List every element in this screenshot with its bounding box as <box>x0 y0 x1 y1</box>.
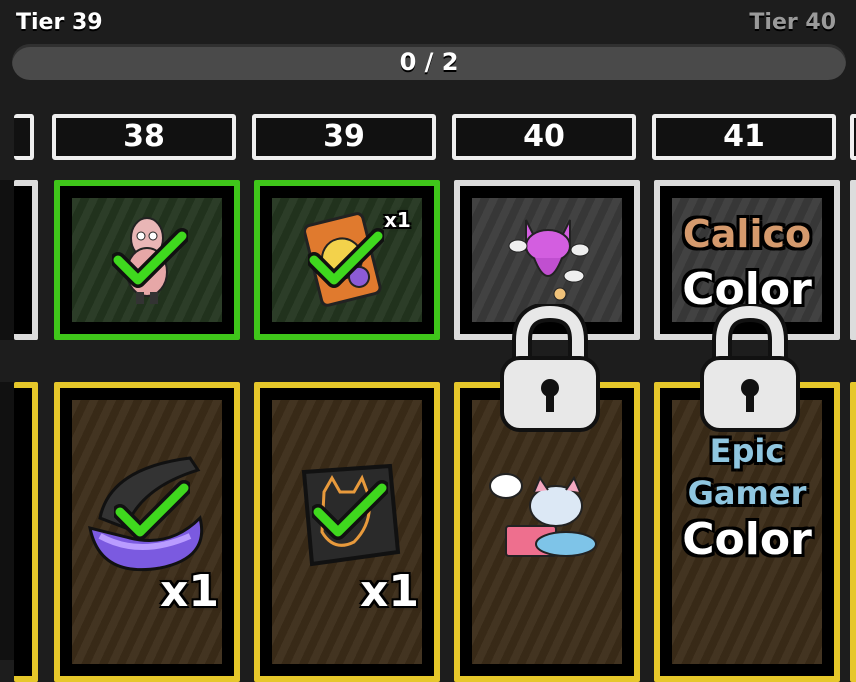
premium-track-side-label <box>0 382 14 660</box>
tier-number: 39 <box>252 114 436 160</box>
gamer-cat-avatar-icon <box>489 473 597 557</box>
reward-cell-edge <box>14 382 38 682</box>
reward-name-line1: Epic <box>709 432 785 470</box>
tier-number-edge-left <box>14 114 34 160</box>
reward-cell-edge <box>850 382 856 682</box>
claimed-check-icon <box>312 480 388 540</box>
tier-progress-bar: 0 / 2 <box>12 44 846 80</box>
free-reward-cell-38[interactable] <box>54 180 240 340</box>
progress-text: 0 / 2 <box>399 48 459 76</box>
tier-number: 40 <box>452 114 636 160</box>
next-tier-label: Tier 40 <box>749 10 836 35</box>
free-reward-cell-39[interactable]: x1 <box>254 180 440 340</box>
reward-cell-edge <box>14 180 38 340</box>
lock-icon <box>700 304 800 432</box>
reward-name-line1: Calico <box>682 212 812 256</box>
lock-icon <box>500 304 600 432</box>
premium-reward-cell-39[interactable]: x1 <box>254 382 440 682</box>
pink-cat-avatar-icon <box>508 219 590 301</box>
free-track-side-label <box>0 180 14 340</box>
reward-quantity: x1 <box>384 208 411 232</box>
claimed-check-icon <box>308 228 384 288</box>
claimed-check-icon <box>112 228 188 288</box>
reward-name-line3: Color <box>682 514 812 565</box>
current-tier-label: Tier 39 <box>16 10 103 35</box>
reward-quantity: x1 <box>160 566 219 617</box>
claimed-check-icon <box>114 480 190 540</box>
tier-number: 38 <box>52 114 236 160</box>
tier-number: 41 <box>652 114 836 160</box>
reward-name-line2: Gamer <box>687 474 807 512</box>
tier-number-edge-right <box>850 114 856 160</box>
premium-reward-cell-38[interactable]: x1 <box>54 382 240 682</box>
reward-quantity: x1 <box>360 566 419 617</box>
reward-cell-edge <box>850 180 856 340</box>
